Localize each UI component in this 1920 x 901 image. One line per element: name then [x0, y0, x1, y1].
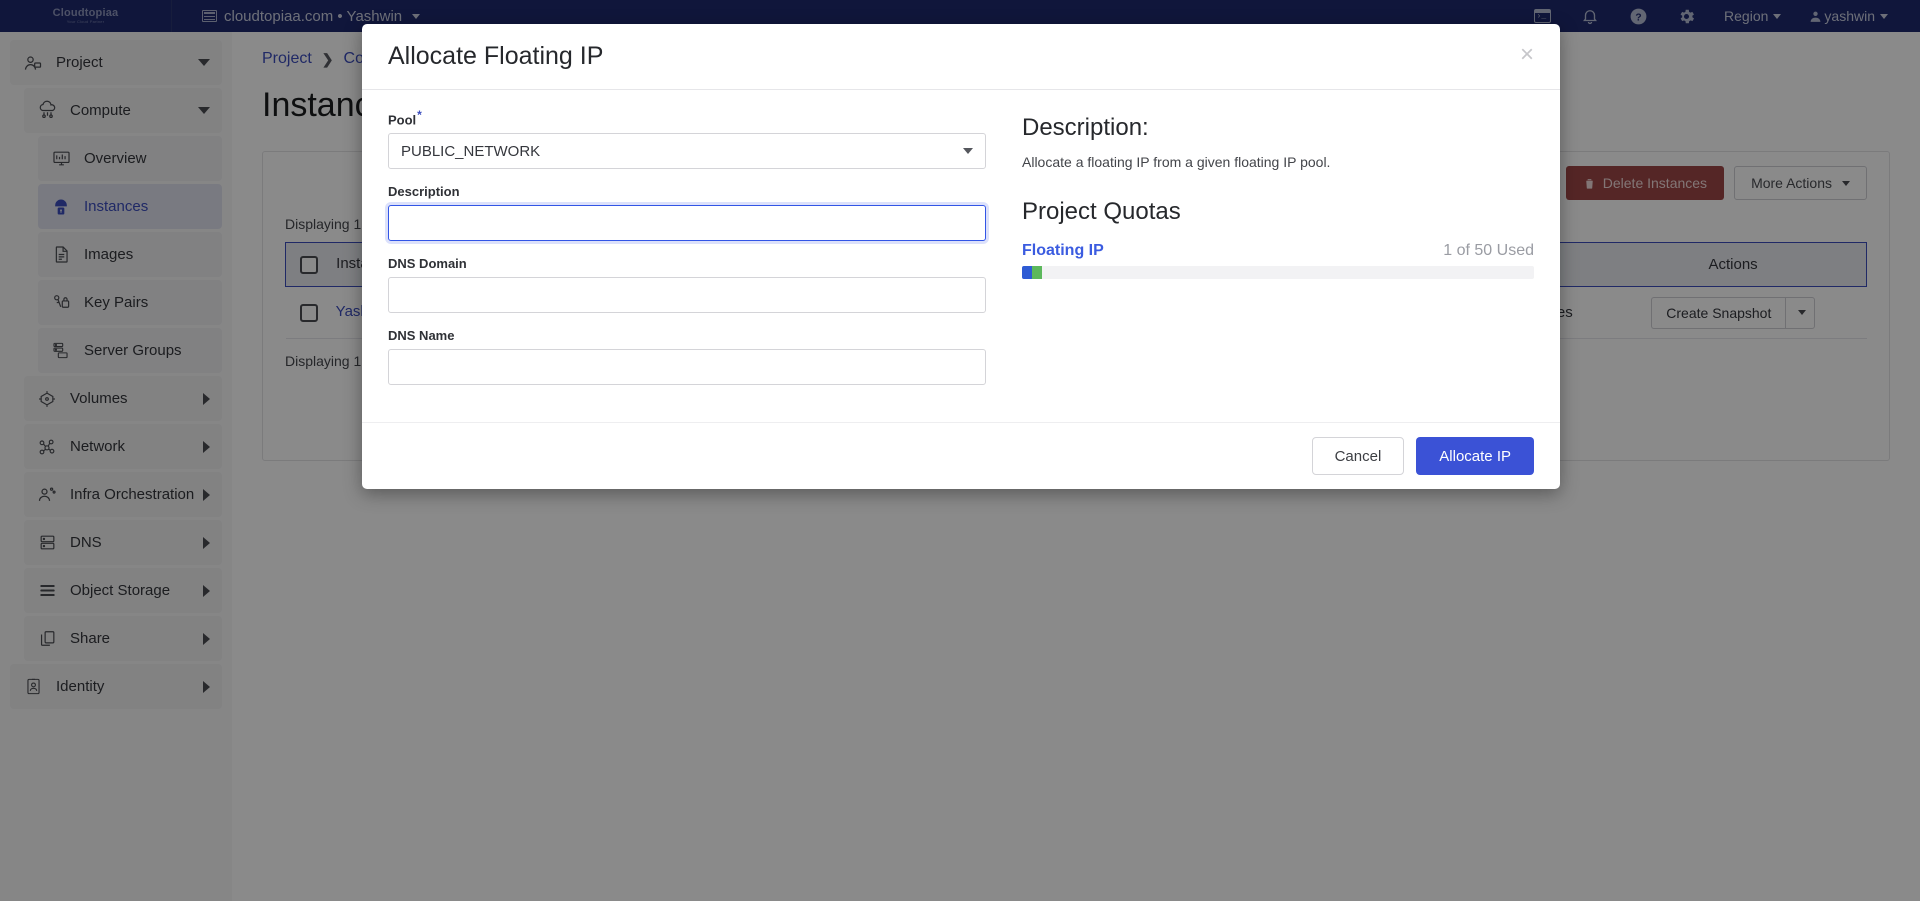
- quota-name[interactable]: Floating IP: [1022, 242, 1104, 260]
- dns-domain-input[interactable]: [388, 277, 986, 313]
- dns-name-input[interactable]: [388, 349, 986, 385]
- quota-progress-bar: [1022, 266, 1534, 279]
- modal-info-column: Description: Allocate a floating IP from…: [986, 108, 1534, 400]
- pool-selected-value: PUBLIC_NETWORK: [401, 143, 540, 160]
- pool-label: Pool*: [388, 108, 986, 127]
- modal-title: Allocate Floating IP: [388, 42, 603, 71]
- close-icon[interactable]: ×: [1516, 43, 1538, 71]
- cancel-button[interactable]: Cancel: [1312, 437, 1405, 475]
- pool-select[interactable]: PUBLIC_NETWORK: [388, 133, 986, 169]
- modal-body: Pool* PUBLIC_NETWORK Description DNS Dom…: [362, 90, 1560, 422]
- field-dns-name: DNS Name: [388, 328, 986, 385]
- quota-row-floating-ip: Floating IP 1 of 50 Used: [1022, 242, 1534, 260]
- quota-adding-segment: [1032, 266, 1042, 279]
- modal-header: Allocate Floating IP ×: [362, 24, 1560, 90]
- description-label: Description: [388, 184, 986, 199]
- required-marker: *: [417, 108, 422, 122]
- chevron-down-icon: [963, 148, 973, 154]
- project-quotas-heading: Project Quotas: [1022, 198, 1534, 226]
- allocate-floating-ip-modal: Allocate Floating IP × Pool* PUBLIC_NETW…: [362, 24, 1560, 489]
- description-input[interactable]: [388, 205, 986, 241]
- allocate-ip-button[interactable]: Allocate IP: [1416, 437, 1534, 475]
- field-pool: Pool* PUBLIC_NETWORK: [388, 108, 986, 169]
- modal-form-column: Pool* PUBLIC_NETWORK Description DNS Dom…: [388, 108, 986, 400]
- modal-footer: Cancel Allocate IP: [362, 422, 1560, 489]
- description-heading: Description:: [1022, 114, 1534, 142]
- quota-used-segment: [1022, 266, 1032, 279]
- description-text: Allocate a floating IP from a given floa…: [1022, 154, 1534, 170]
- app-root: Cloudtopiaa Your Cloud Partner cloudtopi…: [0, 0, 1920, 901]
- quota-used-text: 1 of 50 Used: [1443, 242, 1534, 260]
- field-description: Description: [388, 184, 986, 241]
- dns-name-label: DNS Name: [388, 328, 986, 343]
- field-dns-domain: DNS Domain: [388, 256, 986, 313]
- dns-domain-label: DNS Domain: [388, 256, 986, 271]
